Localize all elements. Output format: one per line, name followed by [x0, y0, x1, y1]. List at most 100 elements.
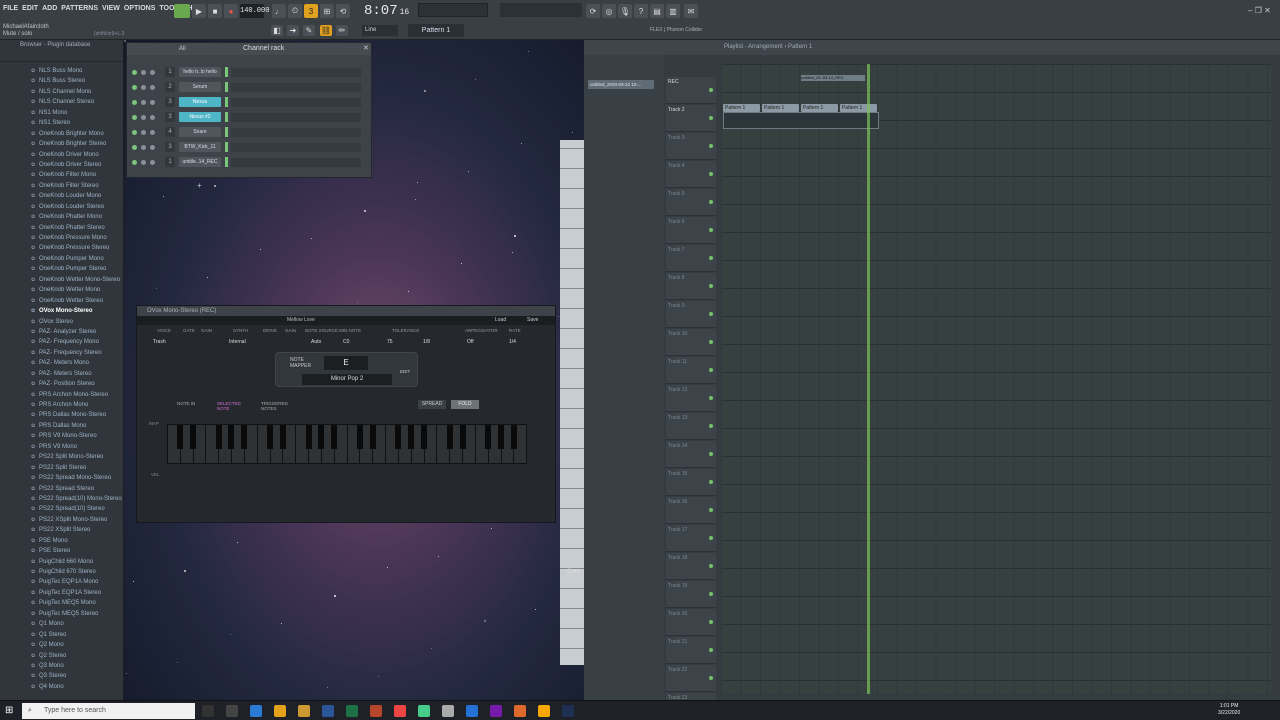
track-header[interactable]: Track 13	[666, 413, 716, 440]
piano-key[interactable]	[560, 248, 584, 249]
track-enable-led[interactable]	[709, 564, 713, 568]
pattern-clip[interactable]: Pattern 1	[723, 104, 760, 112]
menu-add[interactable]: ADD	[42, 5, 57, 12]
minimize-icon[interactable]: –	[1248, 6, 1252, 15]
outlook-icon[interactable]	[466, 705, 478, 717]
record-button[interactable]: ●	[224, 4, 238, 18]
browser-item[interactable]: NLS Buss Mono	[0, 66, 123, 77]
browser-item[interactable]: OneKnob Driver Mono	[0, 150, 123, 161]
channel-name-button[interactable]: Nexus	[179, 97, 221, 107]
browser-item[interactable]: OneKnob Filter Mono	[0, 170, 123, 181]
spread-button[interactable]: SPREAD	[418, 400, 446, 409]
track-enable-led[interactable]	[709, 424, 713, 428]
chat-icon[interactable]: ✉	[684, 4, 698, 18]
pan-knob-icon[interactable]	[141, 145, 146, 150]
browser-item[interactable]: PRS V9 Mono	[0, 442, 123, 453]
pattern-clip[interactable]: Pattern 1	[840, 104, 877, 112]
load-button[interactable]: Load	[495, 316, 506, 325]
browser-item[interactable]: PAZ- Frequency Mono	[0, 337, 123, 348]
track-header[interactable]: Track 20	[666, 609, 716, 636]
piano-key[interactable]	[560, 408, 584, 409]
stop-button[interactable]: ■	[208, 4, 222, 18]
black-key[interactable]	[421, 425, 428, 449]
app-icon[interactable]	[442, 705, 454, 717]
black-key[interactable]	[395, 425, 402, 449]
piano-key[interactable]	[560, 348, 584, 349]
channel-row[interactable]: 1 hello h..lo hello	[127, 65, 373, 80]
mixer-track-number[interactable]: 1	[165, 157, 175, 167]
pattern-clip[interactable]: Pattern 1	[801, 104, 838, 112]
black-key[interactable]	[369, 425, 376, 449]
track-header[interactable]: Track 8	[666, 273, 716, 300]
mute-led[interactable]	[132, 145, 137, 150]
channel-select-led[interactable]	[225, 127, 228, 137]
mixer-track-number[interactable]: 3	[165, 97, 175, 107]
step-sequencer[interactable]	[231, 143, 361, 152]
track-enable-led[interactable]	[709, 172, 713, 176]
browser-item[interactable]: NS1 Stereo	[0, 118, 123, 129]
menu-options[interactable]: OPTIONS	[124, 5, 156, 12]
mixer-track-number[interactable]: 4	[165, 127, 175, 137]
rec-clip[interactable]: untitled_20..53-14_REC	[801, 75, 865, 81]
step-sequencer[interactable]	[231, 98, 361, 107]
browser-item[interactable]: PAZ- Meters Mono	[0, 358, 123, 369]
control-value[interactable]: C0	[343, 339, 349, 345]
piano-key[interactable]	[560, 508, 584, 509]
pattern-select[interactable]: Pattern 1	[408, 24, 464, 37]
track-header[interactable]: Track 14	[666, 441, 716, 468]
menu-patterns[interactable]: PATTERNS	[61, 5, 98, 12]
key-select[interactable]: E	[324, 356, 368, 370]
black-key[interactable]	[279, 425, 286, 449]
black-key[interactable]	[318, 425, 325, 449]
brush-tool-icon[interactable]: ✎	[303, 25, 315, 36]
piano-key[interactable]	[560, 448, 584, 449]
control-value[interactable]: Auto	[311, 339, 321, 345]
step-sequencer[interactable]	[231, 113, 361, 122]
black-key[interactable]	[331, 425, 338, 449]
track-enable-led[interactable]	[709, 116, 713, 120]
close-icon[interactable]: ✕	[363, 43, 369, 55]
track-enable-led[interactable]	[709, 648, 713, 652]
channel-name-button[interactable]: BTW_Kick_11	[179, 142, 221, 152]
browser-item[interactable]: PuigTec EQP1A Stereo	[0, 588, 123, 599]
browser-item[interactable]: OneKnob Louder Mono	[0, 191, 123, 202]
browser-item[interactable]: Q4 Mono	[0, 682, 123, 693]
channel-name-button[interactable]: untitle..14_REC	[179, 157, 221, 167]
browser-item[interactable]: PAZ- Analyzer Stereo	[0, 327, 123, 338]
tempo-display[interactable]: 140.000	[240, 4, 269, 18]
app-icon[interactable]	[514, 705, 526, 717]
track-enable-led[interactable]	[709, 228, 713, 232]
photoshop-icon[interactable]	[562, 705, 574, 717]
preset-name[interactable]: Mellow Love	[287, 316, 315, 325]
add-channel-button[interactable]: +	[197, 181, 202, 190]
pan-knob-icon[interactable]	[141, 115, 146, 120]
browser-item[interactable]: OneKnob Wetter Mono	[0, 285, 123, 296]
browser-item[interactable]: OneKnob Driver Stereo	[0, 160, 123, 171]
piano-key[interactable]	[560, 528, 584, 529]
control-value[interactable]: 1/4	[509, 339, 516, 345]
browser-item[interactable]: OneKnob Pumper Stereo	[0, 264, 123, 275]
taskbar-clock[interactable]: 1:01 PM 3/22/2020	[1218, 703, 1240, 717]
pan-knob-icon[interactable]	[141, 100, 146, 105]
browser-item[interactable]: OVox Stereo	[0, 317, 123, 328]
track-enable-led[interactable]	[709, 592, 713, 596]
track-enable-led[interactable]	[709, 144, 713, 148]
track-enable-led[interactable]	[709, 536, 713, 540]
black-key[interactable]	[511, 425, 518, 449]
save-icon[interactable]: ▤	[650, 4, 664, 18]
link-icon[interactable]: ⛓	[320, 25, 332, 36]
track-enable-led[interactable]	[709, 480, 713, 484]
fold-button[interactable]: FOLD	[451, 400, 479, 409]
excel-icon[interactable]	[346, 705, 358, 717]
channel-select-led[interactable]	[225, 142, 228, 152]
control-value[interactable]: 75	[387, 339, 393, 345]
fl-studio-icon[interactable]	[538, 705, 550, 717]
volume-knob-icon[interactable]	[150, 100, 155, 105]
track-header[interactable]: Track 12	[666, 385, 716, 412]
track-header[interactable]: Track 19	[666, 581, 716, 608]
edge-icon[interactable]	[250, 705, 262, 717]
browser-item[interactable]: PS22 Spread Stereo	[0, 484, 123, 495]
black-key[interactable]	[305, 425, 312, 449]
browser-item[interactable]: PuigTec MEQ5 Stereo	[0, 609, 123, 620]
browser-item[interactable]: Q2 Stereo	[0, 651, 123, 662]
